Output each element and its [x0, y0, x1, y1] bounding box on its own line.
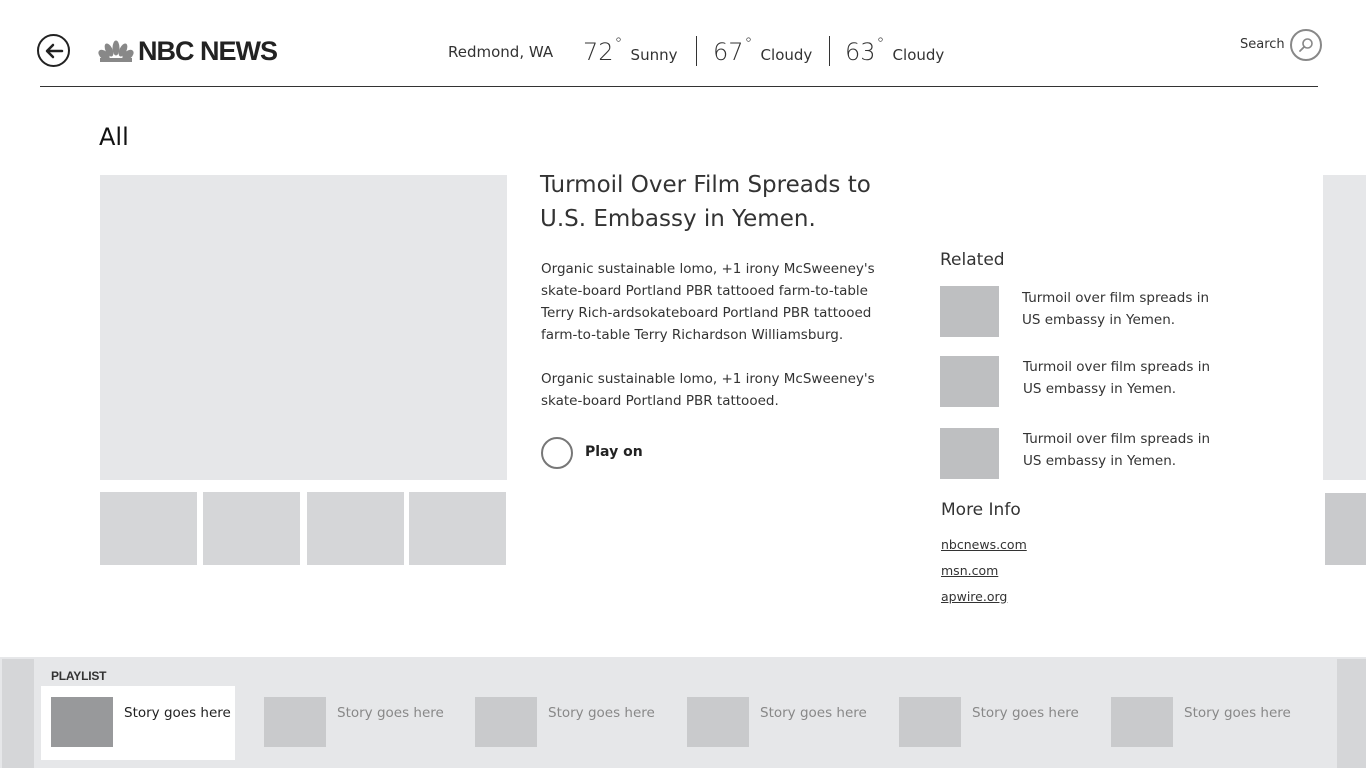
media-thumbnail[interactable]: [203, 492, 300, 565]
related-item-thumbnail[interactable]: [940, 356, 999, 407]
next-article-peek[interactable]: [1323, 175, 1366, 480]
playlist-item-text[interactable]: Story goes here: [760, 705, 867, 721]
weather-condition: Cloudy: [892, 46, 945, 64]
playlist-item-thumbnail[interactable]: [264, 697, 326, 747]
media-thumbnail[interactable]: [307, 492, 404, 565]
media-thumbnail[interactable]: [409, 492, 506, 565]
weather-condition: Sunny: [630, 46, 678, 64]
playlist-item-thumbnail[interactable]: [1111, 697, 1173, 747]
related-item-thumbnail[interactable]: [940, 428, 999, 479]
playlist-item-text[interactable]: Story goes here: [972, 705, 1079, 721]
playlist-label: PLAYLIST: [51, 669, 107, 683]
hero-image[interactable]: [100, 175, 507, 480]
weather-temp: 63°: [845, 34, 885, 66]
page-title: All: [99, 123, 129, 151]
weather-condition: Cloudy: [760, 46, 813, 64]
play-on-button[interactable]: [541, 437, 573, 469]
playlist-item-thumbnail[interactable]: [51, 697, 113, 747]
peacock-icon: [98, 40, 134, 62]
media-thumbnail[interactable]: [100, 492, 197, 565]
related-title: Related: [940, 250, 1005, 270]
playlist-item-thumbnail[interactable]: [475, 697, 537, 747]
more-info-link[interactable]: apwire.org: [941, 589, 1007, 604]
more-info-link[interactable]: msn.com: [941, 563, 998, 578]
related-item-text[interactable]: Turmoil over film spreads in US embassy …: [1022, 287, 1222, 331]
back-button[interactable]: [37, 34, 70, 67]
playlist-scroll-right[interactable]: [1337, 659, 1366, 768]
weather-day-2[interactable]: 67° Cloudy: [713, 34, 812, 70]
nbc-news-logo[interactable]: NBC NEWS: [98, 35, 278, 66]
related-item-text[interactable]: Turmoil over film spreads in US embassy …: [1023, 428, 1223, 472]
more-info-link[interactable]: nbcnews.com: [941, 537, 1027, 552]
playlist-item-thumbnail[interactable]: [687, 697, 749, 747]
playlist-item-thumbnail[interactable]: [899, 697, 961, 747]
logo-text: NBC NEWS: [138, 35, 278, 66]
more-info-title: More Info: [941, 500, 1021, 520]
weather-temp: 67°: [713, 34, 753, 66]
playlist-item-text[interactable]: Story goes here: [1184, 705, 1291, 721]
next-article-thumbnail-peek[interactable]: [1325, 493, 1366, 565]
search-icon: [1299, 38, 1313, 52]
search-button[interactable]: [1290, 29, 1322, 61]
playlist-scroll-left[interactable]: [2, 659, 34, 768]
playlist-item-text[interactable]: Story goes here: [124, 705, 231, 721]
playlist-item-text[interactable]: Story goes here: [548, 705, 655, 721]
article-paragraph: Organic sustainable lomo, +1 irony McSwe…: [541, 261, 875, 343]
weather-temp: 72°: [583, 34, 623, 66]
related-item-text[interactable]: Turmoil over film spreads in US embassy …: [1023, 356, 1223, 400]
article-headline: Turmoil Over Film Spreads to U.S. Embass…: [540, 172, 871, 232]
playlist-item-text[interactable]: Story goes here: [337, 705, 444, 721]
search-label[interactable]: Search: [1240, 37, 1285, 52]
header-divider: [40, 86, 1318, 87]
weather-location: Redmond, WA: [448, 34, 553, 70]
weather-day-3[interactable]: 63° Cloudy: [845, 34, 944, 70]
weather-location-label: Redmond, WA: [448, 43, 554, 61]
weather-divider: [829, 36, 830, 66]
weather-divider: [696, 36, 697, 66]
article-paragraph: Organic sustainable lomo, +1 irony McSwe…: [541, 371, 875, 409]
play-on-label[interactable]: Play on: [585, 444, 643, 460]
weather-today[interactable]: 72° Sunny: [583, 34, 677, 70]
back-arrow-icon: [45, 43, 63, 58]
related-item-thumbnail[interactable]: [940, 286, 999, 337]
